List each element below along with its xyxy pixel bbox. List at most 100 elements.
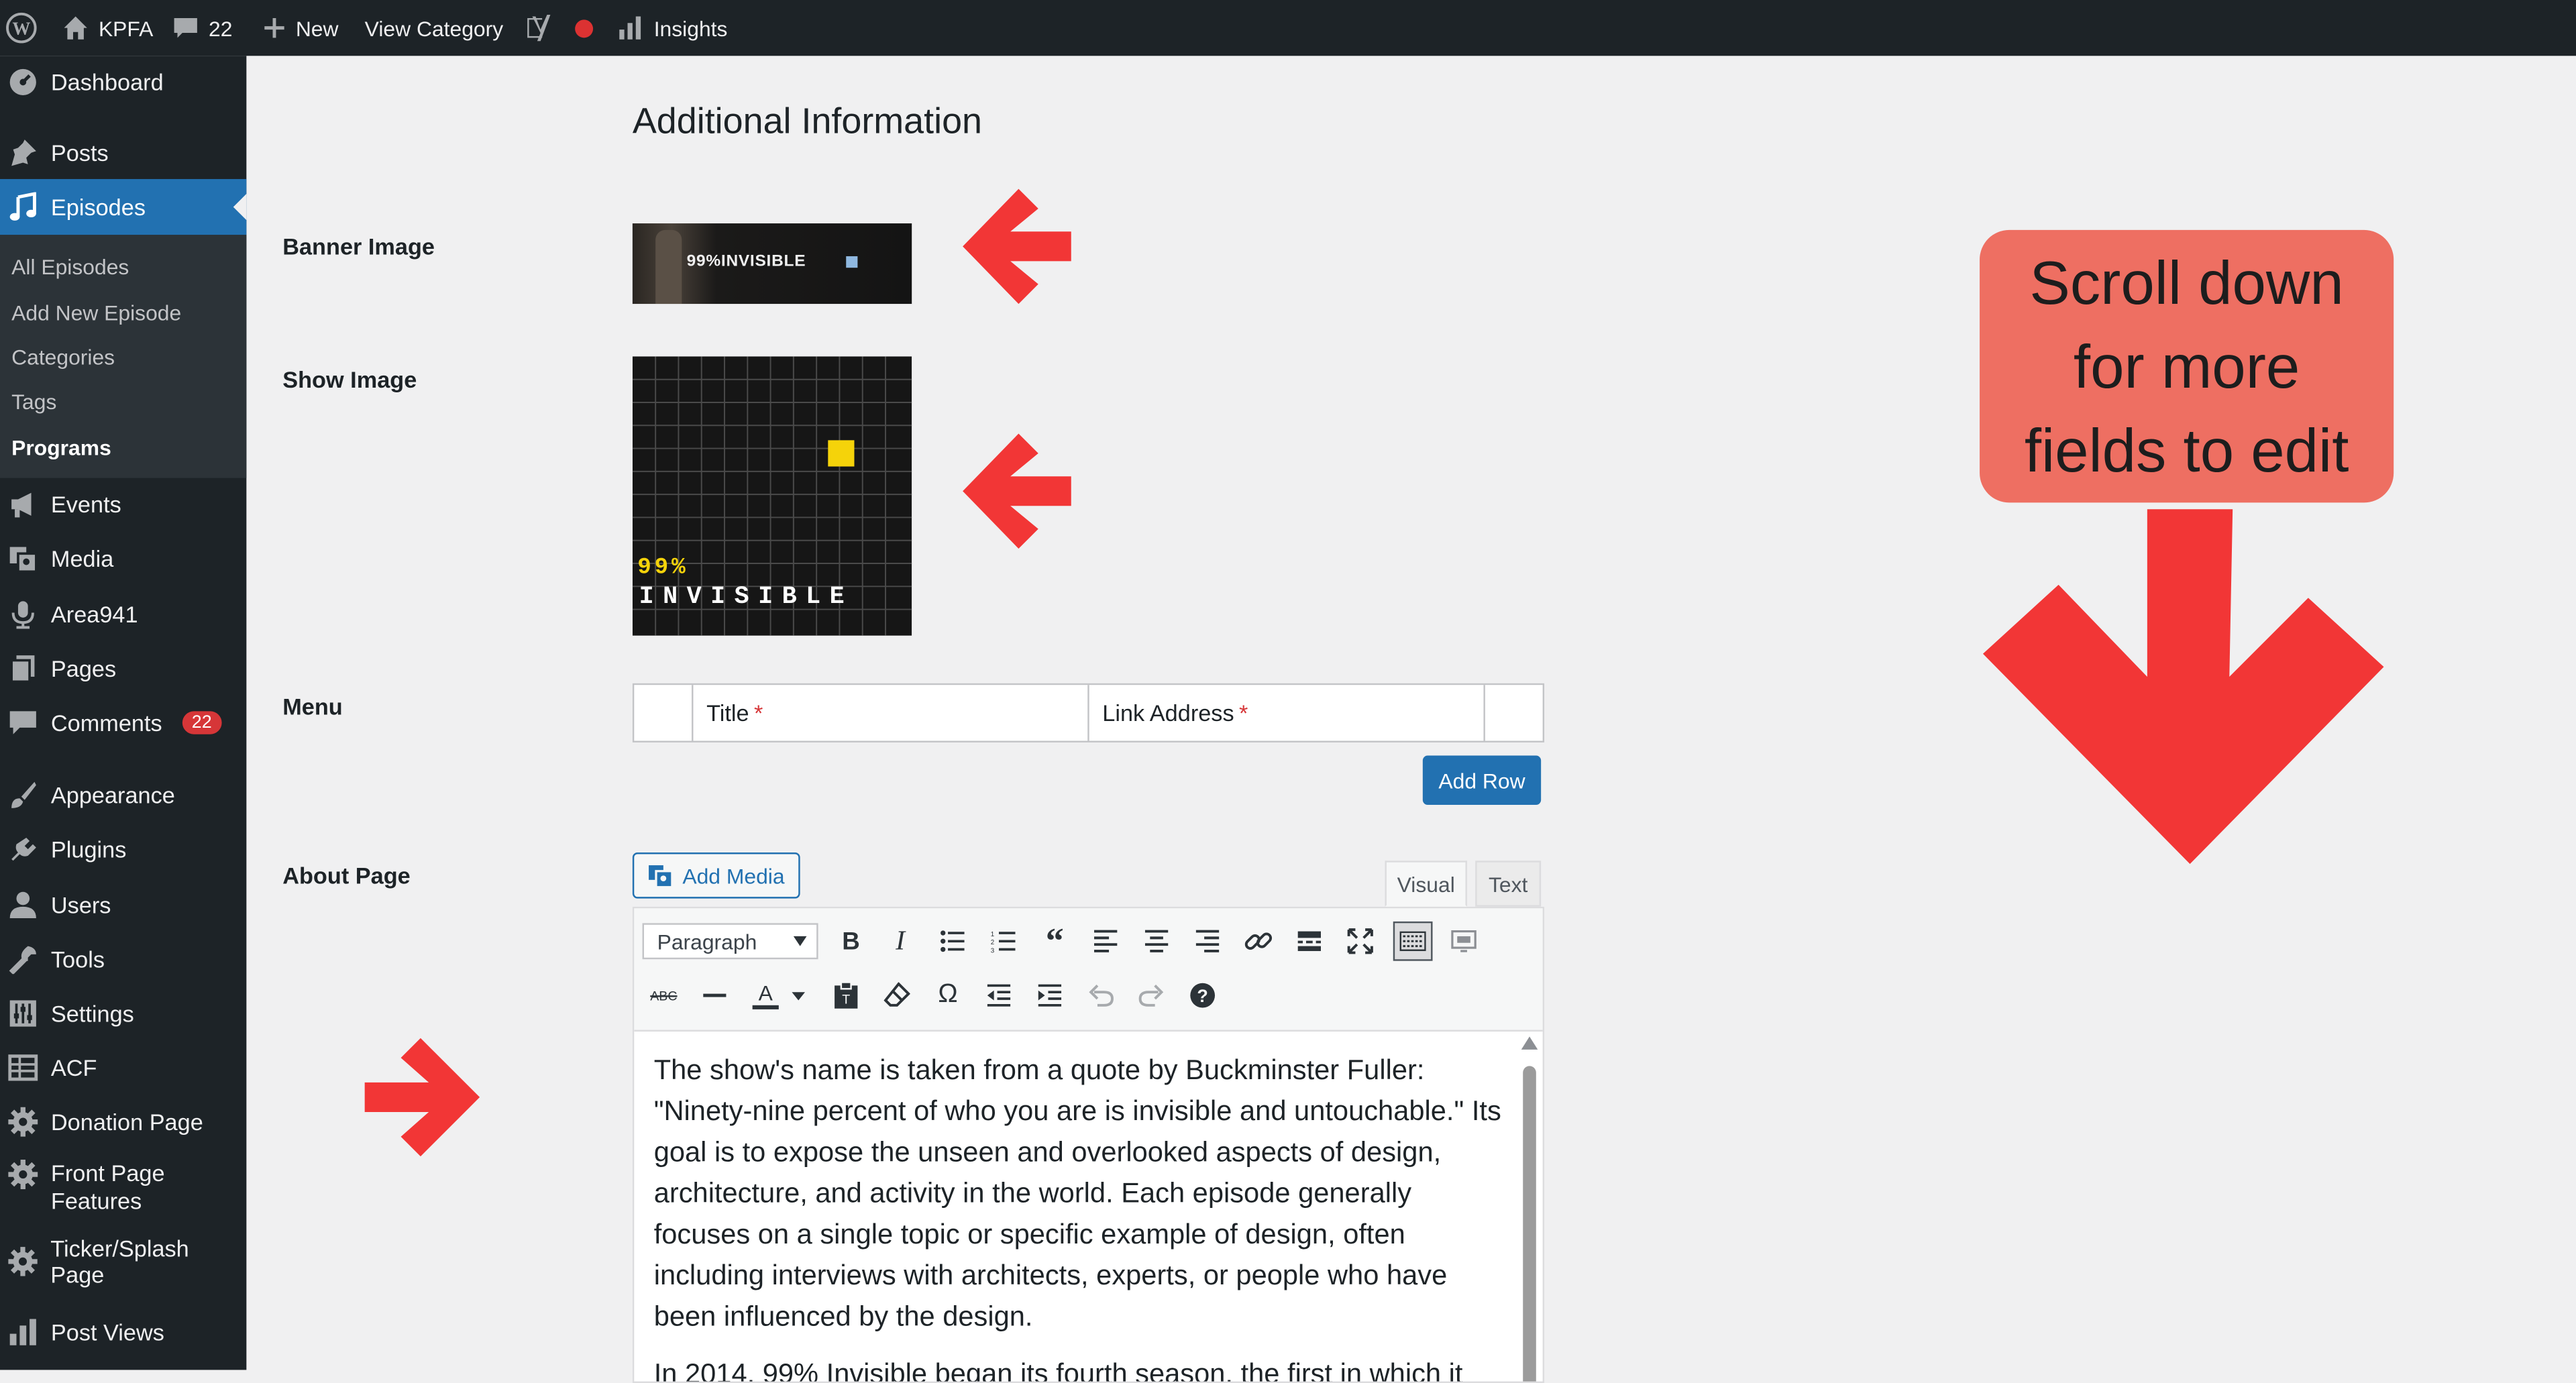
comments-link[interactable]: 22 xyxy=(172,0,232,56)
editor-scrollbar[interactable] xyxy=(1519,1033,1539,1382)
sidebar-item-ticker-splash-page[interactable]: Ticker/Splash Page xyxy=(0,1235,246,1288)
paste-as-text-icon[interactable]: T xyxy=(828,977,864,1013)
section-title: Additional Information xyxy=(632,100,983,142)
insert-link-icon[interactable] xyxy=(1240,923,1277,959)
column-title-text: Title xyxy=(706,700,749,726)
sidebar-item-front-page-features[interactable]: Front Page Features xyxy=(0,1159,246,1219)
red-arrow-left-icon xyxy=(963,433,1071,549)
sidebar-label: Area941 xyxy=(50,601,138,628)
megaphone-icon xyxy=(11,492,32,518)
banner-square-icon xyxy=(846,256,858,268)
about-page-label: About Page xyxy=(282,862,411,889)
format-select-value: Paragraph xyxy=(657,928,757,954)
submenu-add-new-episode[interactable]: Add New Episode xyxy=(11,300,181,325)
bold-icon[interactable]: B xyxy=(833,923,869,959)
svg-text:2: 2 xyxy=(991,939,994,946)
editor-toolbar: Paragraph B I 123 “ ABC A T Ω ? xyxy=(634,908,1543,1032)
required-mark: * xyxy=(753,700,763,726)
bar-chart-icon xyxy=(619,16,641,40)
scroll-up-arrow-icon xyxy=(1521,1036,1538,1050)
toolbar-toggle-icon[interactable] xyxy=(1393,921,1433,961)
text-color-icon[interactable]: A xyxy=(747,977,806,1013)
callout-line: Scroll down xyxy=(2029,249,2344,317)
comments-badge: 22 xyxy=(182,711,222,734)
tab-visual[interactable]: Visual xyxy=(1385,861,1467,907)
align-center-icon[interactable] xyxy=(1138,923,1175,959)
submenu-categories[interactable]: Categories xyxy=(11,345,115,370)
music-note-icon xyxy=(9,192,36,221)
bulleted-list-icon[interactable] xyxy=(934,923,971,959)
wordpress-logo-button[interactable]: W xyxy=(5,0,38,56)
sidebar-item-plugins[interactable]: Plugins xyxy=(0,831,246,867)
horizontal-line-icon[interactable] xyxy=(696,977,733,1013)
clear-formatting-icon[interactable] xyxy=(879,977,915,1013)
sidebar-item-dashboard[interactable]: Dashboard xyxy=(0,64,246,101)
svg-text:A: A xyxy=(759,981,773,1005)
numbered-list-icon[interactable]: 123 xyxy=(985,923,1022,959)
plus-icon xyxy=(264,17,284,38)
scroll-down-callout: Scroll down for more fields to edit xyxy=(1980,229,2394,503)
scrollbar-thumb[interactable] xyxy=(1523,1066,1536,1382)
sidebar-item-media[interactable]: Media xyxy=(0,541,246,577)
callout-line: for more xyxy=(2073,332,2300,400)
show-image-text-bottom: INVISIBLE xyxy=(639,583,854,611)
media-library-icon xyxy=(649,865,674,889)
media-library-icon xyxy=(9,547,38,573)
sidebar-item-appearance[interactable]: Appearance xyxy=(0,777,246,813)
new-content-link[interactable]: New xyxy=(263,0,339,56)
sidebar-item-post-views[interactable]: Post Views xyxy=(0,1314,246,1350)
insights-link[interactable]: Insights xyxy=(618,0,727,56)
format-select[interactable]: Paragraph xyxy=(642,923,818,960)
yoast-seo-button[interactable] xyxy=(523,0,594,56)
sidebar-label: Events xyxy=(50,491,121,518)
banner-figure-shape xyxy=(655,229,682,305)
settings-sliders-icon xyxy=(9,1000,36,1027)
active-pointer-icon xyxy=(233,193,247,221)
sidebar-item-donation-page[interactable]: Donation Page xyxy=(0,1104,246,1140)
increase-indent-icon[interactable] xyxy=(1032,977,1068,1013)
sidebar-item-posts[interactable]: Posts xyxy=(0,135,246,171)
svg-text:3: 3 xyxy=(991,947,995,952)
align-left-icon[interactable] xyxy=(1087,923,1124,959)
tab-text[interactable]: Text xyxy=(1475,861,1542,907)
svg-text:W: W xyxy=(12,18,30,38)
special-character-icon[interactable]: Ω xyxy=(930,977,966,1013)
sidebar-label: Pages xyxy=(50,655,117,682)
blockquote-icon[interactable]: “ xyxy=(1036,920,1073,960)
sidebar-item-tools[interactable]: Tools xyxy=(0,941,246,977)
view-category-link[interactable]: View Category xyxy=(365,0,503,56)
distraction-free-icon[interactable] xyxy=(1446,923,1482,959)
sidebar-item-settings[interactable]: Settings xyxy=(0,995,246,1032)
sidebar-item-acf[interactable]: ACF xyxy=(0,1050,246,1086)
add-row-button[interactable]: Add Row xyxy=(1422,755,1542,806)
user-icon xyxy=(9,891,36,918)
sidebar-item-users[interactable]: Users xyxy=(0,887,246,923)
add-media-button[interactable]: Add Media xyxy=(632,852,800,899)
sidebar-label: Front Page Features xyxy=(50,1159,165,1214)
sidebar-item-pages[interactable]: Pages xyxy=(0,651,246,687)
home-icon xyxy=(64,16,87,40)
new-label: New xyxy=(295,15,339,41)
sidebar-label: Users xyxy=(50,891,111,918)
sidebar-item-episodes[interactable]: Episodes xyxy=(0,178,247,235)
submenu-all-episodes[interactable]: All Episodes xyxy=(11,255,129,280)
redo-icon[interactable] xyxy=(1134,977,1170,1013)
sidebar-item-events[interactable]: Events xyxy=(0,486,246,522)
editor-content[interactable]: The show's name is taken from a quote by… xyxy=(654,1050,1508,1381)
pages-icon xyxy=(10,655,35,683)
sidebar-item-comments[interactable]: Comments 22 xyxy=(0,705,246,741)
sidebar-item-area941[interactable]: Area941 xyxy=(0,596,246,632)
site-name-link[interactable]: KPFA xyxy=(62,0,153,56)
submenu-tags[interactable]: Tags xyxy=(11,389,56,414)
banner-image-thumbnail[interactable]: 99%INVISIBLE xyxy=(632,223,912,305)
help-icon[interactable]: ? xyxy=(1185,977,1221,1013)
align-right-icon[interactable] xyxy=(1189,923,1226,959)
read-more-icon[interactable] xyxy=(1291,923,1328,959)
italic-icon[interactable]: I xyxy=(882,923,918,959)
strikethrough-icon[interactable]: ABC xyxy=(645,977,682,1013)
fullscreen-icon[interactable] xyxy=(1342,923,1379,959)
undo-icon[interactable] xyxy=(1083,977,1119,1013)
submenu-programs[interactable]: Programs xyxy=(11,435,111,460)
decrease-indent-icon[interactable] xyxy=(981,977,1017,1013)
show-image-thumbnail[interactable]: 99% INVISIBLE xyxy=(632,356,912,636)
